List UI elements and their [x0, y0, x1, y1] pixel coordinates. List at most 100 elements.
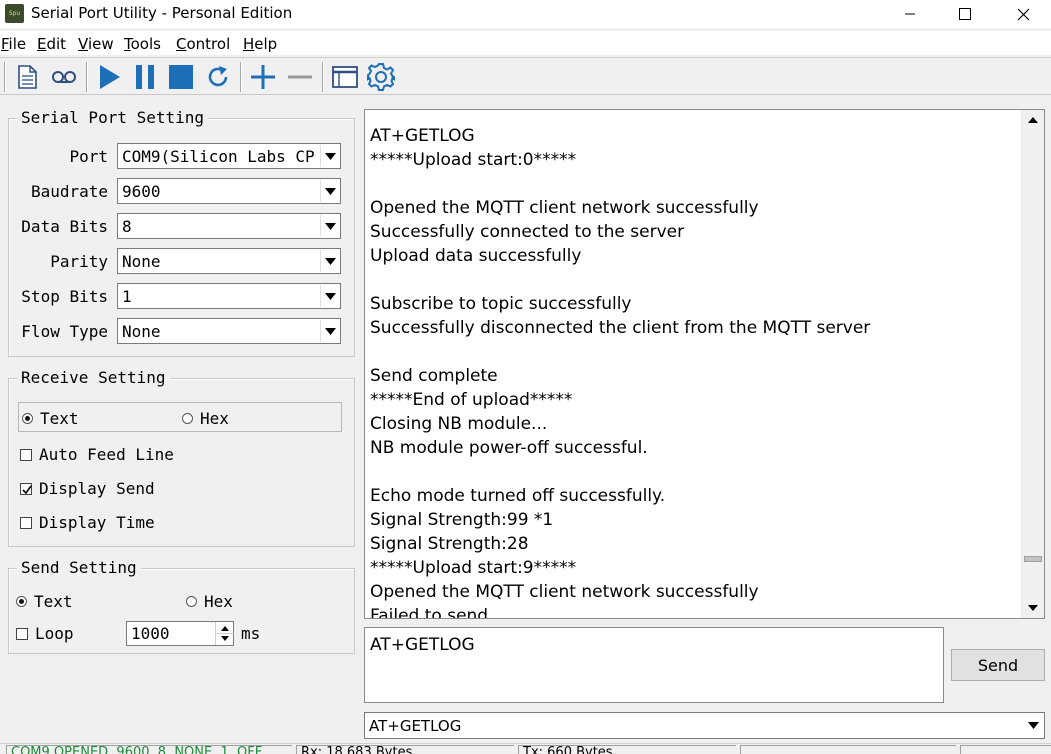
loop-checkbox[interactable]: Loop	[16, 624, 74, 643]
chevron-down-icon	[320, 250, 340, 272]
refresh-icon	[208, 66, 228, 87]
receive-hex-radio[interactable]: Hex	[182, 409, 229, 428]
play-icon	[100, 65, 120, 89]
flow-type-label: Flow Type	[21, 322, 108, 341]
output-line: *****Upload start:0*****	[370, 150, 577, 170]
scrollbar-thumb[interactable]	[1024, 556, 1042, 562]
parity-select[interactable]: None	[117, 248, 341, 274]
checkbox-checked-icon	[20, 482, 32, 495]
toolbar	[0, 57, 1051, 95]
new-document-button[interactable]	[10, 60, 44, 94]
display-time-label: Display Time	[39, 513, 155, 532]
settings-button[interactable]	[364, 60, 398, 94]
parity-value: None	[122, 251, 161, 271]
toolbar-separator	[240, 62, 242, 92]
status-cell	[960, 745, 1051, 754]
minus-icon	[288, 75, 312, 79]
menu-edit[interactable]: Edit	[37, 35, 66, 53]
send-button[interactable]: Send	[951, 649, 1045, 681]
output-scrollbar[interactable]	[1021, 110, 1044, 618]
menu-tools[interactable]: Tools	[124, 35, 161, 53]
receive-text-radio[interactable]: Text	[22, 409, 79, 428]
port-select[interactable]: COM9(Silicon Labs CP	[117, 143, 341, 169]
close-button[interactable]	[1000, 0, 1046, 28]
play-button[interactable]	[92, 60, 126, 94]
output-text: AT+GETLOG *****Upload start:0***** Opened…	[370, 124, 870, 619]
chevron-down-icon	[320, 145, 340, 167]
loop-label: Loop	[35, 624, 74, 643]
checkbox-unchecked-icon	[16, 627, 28, 640]
toolbar-separator	[322, 62, 324, 92]
maximize-button[interactable]	[942, 0, 988, 28]
data-bits-select[interactable]: 8	[117, 213, 341, 239]
status-bar: COM9 OPENED, 9600, 8, NONE, 1, OFF Rx: 1…	[0, 743, 1051, 754]
add-button[interactable]	[246, 60, 280, 94]
parity-label: Parity	[50, 252, 108, 271]
receive-text-label: Text	[40, 409, 79, 428]
stop-button[interactable]	[164, 60, 198, 94]
display-send-checkbox[interactable]: Display Send	[20, 479, 155, 498]
refresh-button[interactable]	[201, 60, 235, 94]
loop-interval-stepper[interactable]: 1000	[126, 621, 234, 646]
flow-type-value: None	[122, 321, 161, 341]
minimize-button[interactable]	[887, 0, 933, 28]
serial-port-setting-title: Serial Port Setting	[17, 108, 209, 127]
close-icon	[1017, 8, 1029, 20]
output-line: Echo mode turned off successfully.	[370, 486, 666, 506]
record-button[interactable]	[47, 60, 81, 94]
app-icon: Spu	[5, 4, 24, 23]
window-icon	[332, 66, 358, 88]
stop-bits-label: Stop Bits	[21, 287, 108, 306]
send-text-radio[interactable]: Text	[16, 592, 73, 611]
receive-hex-label: Hex	[200, 409, 229, 428]
baudrate-select[interactable]: 9600	[117, 178, 341, 204]
radio-selected-icon	[22, 413, 33, 424]
display-time-checkbox[interactable]: Display Time	[20, 513, 155, 532]
chevron-up-icon	[1028, 117, 1038, 123]
send-input-text: AT+GETLOG	[370, 635, 475, 655]
output-line: Successfully connected to the server	[370, 222, 685, 242]
data-bits-label: Data Bits	[21, 217, 108, 236]
maximize-icon	[959, 8, 971, 20]
send-hex-radio[interactable]: Hex	[186, 592, 233, 611]
send-history-select[interactable]: AT+GETLOG	[364, 712, 1045, 739]
radio-unselected-icon	[186, 596, 197, 607]
menu-file[interactable]: File	[1, 35, 26, 53]
status-port: COM9 OPENED, 9600, 8, NONE, 1, OFF	[6, 745, 292, 754]
stop-bits-select[interactable]: 1	[117, 283, 341, 309]
toolbar-separator	[86, 62, 88, 92]
receive-output-area[interactable]: AT+GETLOG *****Upload start:0***** Opened…	[364, 109, 1045, 619]
status-rx: Rx: 18,683 Bytes	[296, 745, 514, 754]
scroll-up-button[interactable]	[1022, 110, 1044, 130]
output-line: NB module power-off successful.	[370, 438, 648, 458]
window-title: Serial Port Utility - Personal Edition	[31, 4, 293, 22]
send-input-area[interactable]: AT+GETLOG	[364, 627, 944, 703]
stepper-arrows-icon	[216, 626, 234, 641]
output-line: Opened the MQTT client network successfu…	[370, 198, 759, 218]
menu-control[interactable]: Control	[176, 35, 230, 53]
record-icon	[52, 71, 76, 83]
output-line: Failed to send	[370, 606, 489, 619]
output-line: *****End of upload*****	[370, 390, 573, 410]
send-history-value: AT+GETLOG	[369, 716, 462, 735]
menu-view[interactable]: View	[78, 35, 114, 53]
radio-unselected-icon	[182, 413, 193, 424]
menu-help[interactable]: Help	[243, 35, 277, 53]
output-line: Subscribe to topic successfully	[370, 294, 632, 314]
window-button[interactable]	[328, 60, 362, 94]
scroll-down-button[interactable]	[1022, 598, 1044, 618]
output-line: Send complete	[370, 366, 498, 386]
remove-button[interactable]	[283, 60, 317, 94]
pause-button[interactable]	[128, 60, 162, 94]
auto-feed-line-checkbox[interactable]: Auto Feed Line	[20, 445, 174, 464]
flow-type-select[interactable]: None	[117, 318, 341, 344]
plus-icon	[251, 65, 275, 89]
output-line: Signal Strength:28	[370, 534, 529, 554]
toolbar-separator	[4, 62, 6, 92]
menu-bar: File Edit View Tools Control Help	[0, 31, 1051, 55]
port-label: Port	[69, 147, 108, 166]
stepper-buttons[interactable]	[215, 622, 234, 645]
